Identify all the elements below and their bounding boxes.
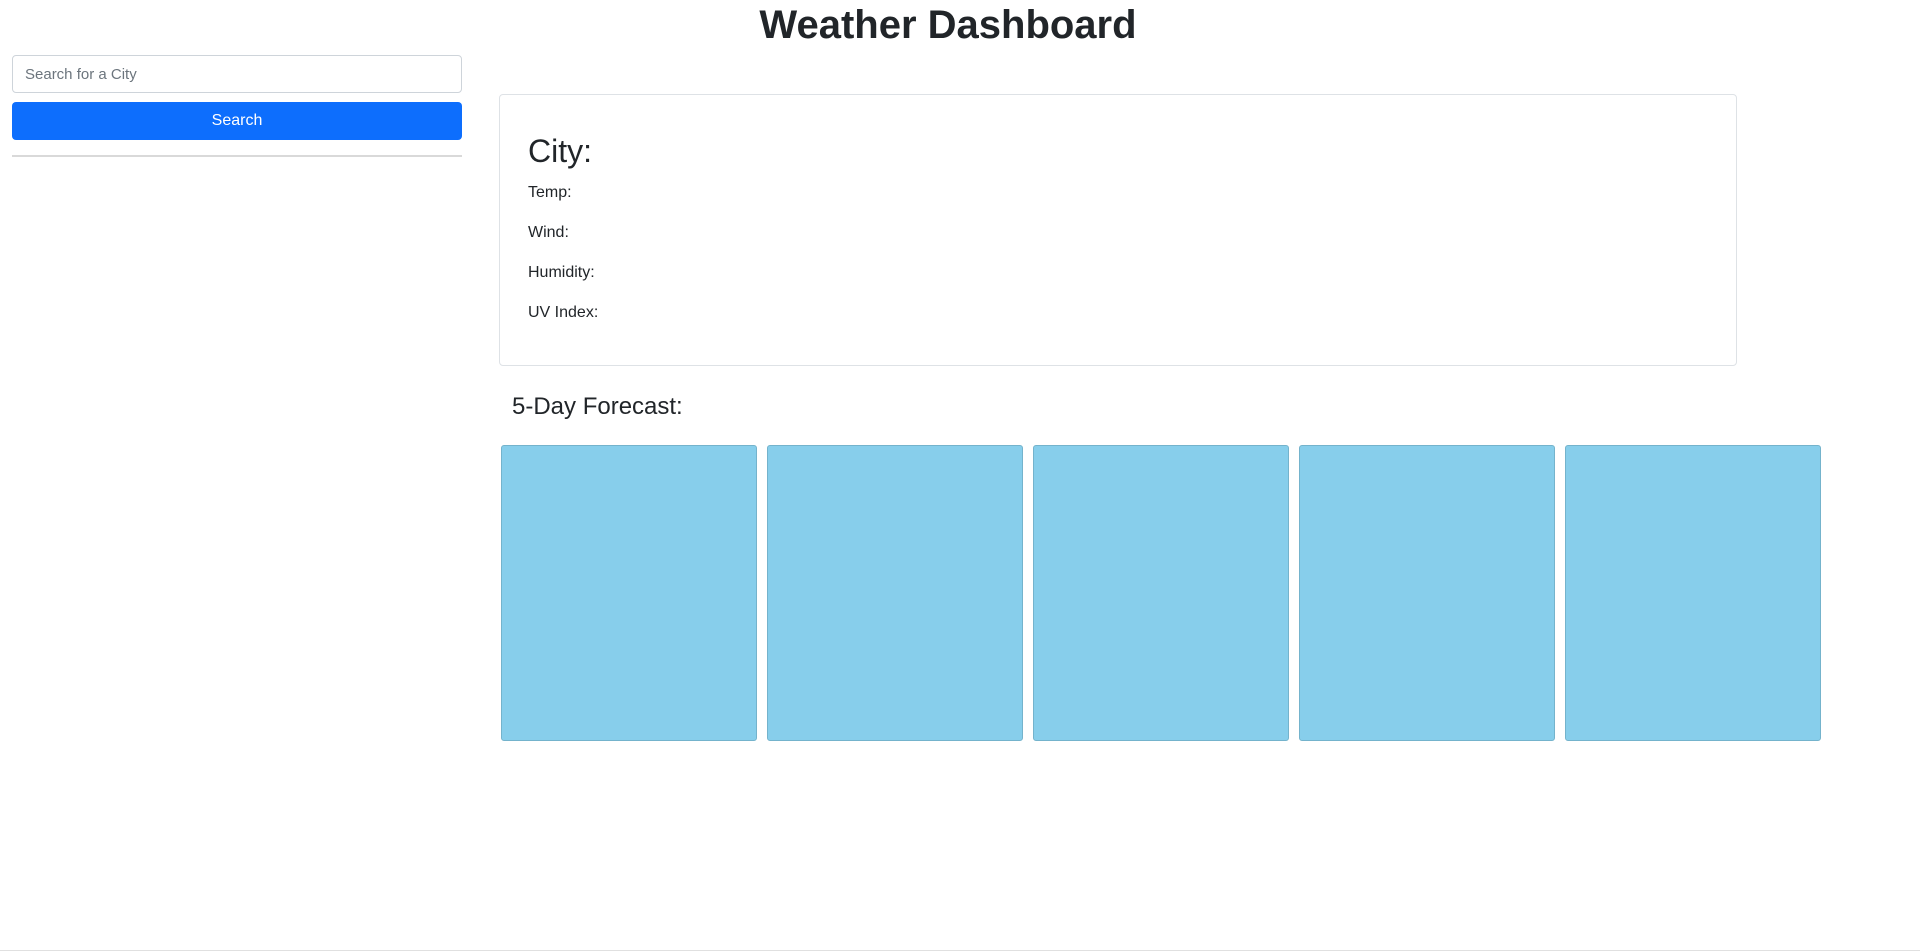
sidebar: Search bbox=[12, 55, 462, 157]
humidity-label: Humidity: bbox=[528, 264, 595, 281]
sidebar-divider bbox=[12, 155, 462, 157]
city-heading: City: bbox=[528, 133, 592, 169]
page-title: Weather Dashboard bbox=[759, 3, 1137, 47]
wind-label: Wind: bbox=[528, 224, 569, 241]
forecast-card-day-3 bbox=[1033, 445, 1289, 741]
forecast-card-day-1 bbox=[501, 445, 757, 741]
forecast-row bbox=[501, 445, 1823, 741]
page-bottom-divider bbox=[0, 950, 1920, 951]
uv-index-label: UV Index: bbox=[528, 304, 599, 321]
forecast-card-day-5 bbox=[1565, 445, 1821, 741]
temp-label: Temp: bbox=[528, 184, 572, 201]
current-weather-card: City: Temp: Wind: Humidity: UV Index: bbox=[499, 94, 1737, 366]
search-button[interactable]: Search bbox=[12, 102, 462, 140]
forecast-card-day-2 bbox=[767, 445, 1023, 741]
city-search-input[interactable] bbox=[12, 55, 462, 93]
forecast-heading: 5-Day Forecast: bbox=[512, 393, 683, 420]
forecast-card-day-4 bbox=[1299, 445, 1555, 741]
